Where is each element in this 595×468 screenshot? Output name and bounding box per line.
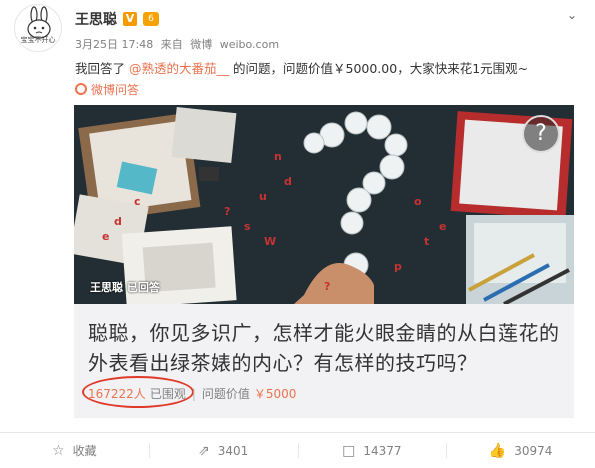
svg-text:s: s [244, 220, 251, 233]
comment-button[interactable]: □ 14377 [297, 433, 447, 468]
svg-text:o: o [414, 195, 422, 208]
views-suffix: 已围观 [149, 387, 186, 401]
favorite-label: 收藏 [72, 444, 97, 458]
like-button[interactable]: 👍 30974 [446, 433, 595, 468]
question-card[interactable]: edc ? s u Wdt eon p? ? 王思聪 已回答 聪聪，你见多识广，怎样… [74, 105, 574, 418]
post-timestamp[interactable]: 3月25日 17:48 [75, 38, 153, 51]
stats-separator: | [191, 386, 196, 401]
chevron-down-icon[interactable]: ⌄ [567, 8, 577, 22]
post-text-after: 的问题，问题价值￥5000.00，大家快来花1元围观~ [233, 61, 529, 76]
repost-button[interactable]: ⇗ 3401 [148, 433, 298, 468]
svg-text:t: t [424, 235, 429, 248]
svg-text:d: d [114, 215, 122, 228]
repost-icon: ⇗ [197, 442, 210, 459]
price-label: 问题价值 [201, 387, 250, 401]
favorite-button[interactable]: ☆ 收藏 [0, 433, 149, 468]
link-icon [75, 83, 87, 95]
repost-count: 3401 [217, 443, 249, 458]
svg-text:u: u [259, 190, 267, 203]
action-toolbar: ☆ 收藏 ⇗ 3401 □ 14377 👍 30974 [0, 432, 595, 468]
weibo-qa-link-label: 微博问答 [91, 82, 140, 97]
svg-text:?: ? [324, 280, 330, 293]
answered-caption: 王思聪 已回答 [90, 281, 160, 294]
thumbs-up-icon: 👍 [488, 442, 507, 459]
svg-text:e: e [439, 220, 446, 233]
user-line: 王思聪 V 6 [75, 9, 159, 29]
mention-link[interactable]: @熟透的大番茄__ [129, 61, 229, 76]
star-icon: ☆ [52, 442, 65, 459]
question-title[interactable]: 聪聪，你见多识广，怎样才能火眼金睛的从白莲花的外表看出绿茶婊的内心？有怎样的技巧… [88, 318, 568, 378]
weibo-post-card: 宝宝不开心 王思聪 V 6 ⌄ 3月25日 17:48 来自 微博 weibo.… [0, 0, 595, 468]
views-count: 167222人 [88, 387, 146, 401]
weibo-qa-link[interactable]: 微博问答 [75, 80, 139, 98]
avatar[interactable]: 宝宝不开心 [14, 4, 62, 52]
svg-text:n: n [274, 150, 282, 163]
question-mark-photo: edc ?su Wdt eon p? [74, 105, 574, 304]
source-site: weibo.com [219, 38, 280, 51]
source-app-link[interactable]: 微博 [190, 38, 212, 51]
comment-icon: □ [342, 442, 356, 459]
svg-text:?: ? [224, 205, 230, 218]
source-prefix: 来自 [160, 38, 183, 51]
level-badge-icon[interactable]: 6 [143, 12, 159, 26]
price-value: ￥5000 [253, 387, 297, 401]
like-count: 30974 [514, 443, 553, 458]
svg-text:p: p [394, 260, 402, 273]
svg-text:d: d [284, 175, 292, 188]
post-text-before: 我回答了 [75, 61, 126, 76]
svg-text:e: e [102, 230, 109, 243]
comment-count: 14377 [363, 443, 402, 458]
svg-text:W: W [264, 235, 276, 248]
question-image[interactable]: edc ? s u Wdt eon p? ? 王思聪 已回答 [74, 105, 574, 304]
question-bubble-icon: ? [522, 115, 560, 153]
user-name-link[interactable]: 王思聪 [75, 9, 117, 29]
post-text: 我回答了 @熟透的大番茄__ 的问题，问题价值￥5000.00，大家快来花1元围… [75, 58, 585, 77]
post-meta: 3月25日 17:48 来自 微博 weibo.com [75, 36, 283, 52]
svg-text:c: c [134, 195, 141, 208]
question-stats: 167222人 已围观 | 问题价值 ￥5000 [88, 385, 296, 402]
verified-badge-icon[interactable]: V [123, 12, 137, 26]
avatar-caption: 宝宝不开心 [20, 36, 56, 44]
